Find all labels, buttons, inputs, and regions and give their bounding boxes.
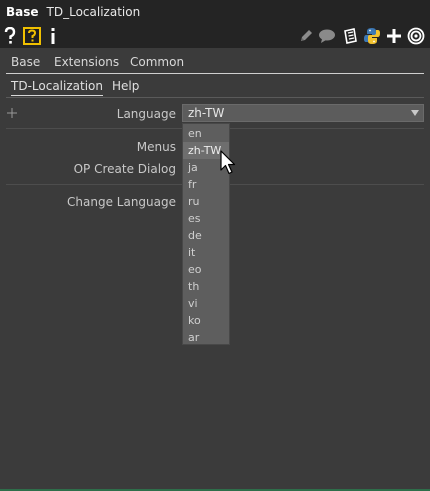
clipboard-icon[interactable] — [341, 26, 359, 46]
dropdown-option-ko[interactable]: ko — [183, 312, 229, 329]
dropdown-option-ar[interactable]: ar — [183, 329, 229, 346]
python-icon[interactable] — [362, 26, 382, 46]
dropdown-option-th[interactable]: th — [183, 278, 229, 295]
mouse-cursor-icon — [220, 150, 238, 176]
tab-td-localization[interactable]: TD-Localization — [11, 79, 103, 96]
change-language-label: Change Language — [67, 195, 176, 209]
python-help-icon[interactable] — [22, 26, 42, 46]
help-question-icon[interactable] — [3, 26, 17, 46]
dropdown-option-de[interactable]: de — [183, 227, 229, 244]
info-icon[interactable] — [48, 26, 58, 46]
tab-row-divider — [6, 97, 424, 98]
dropdown-option-vi[interactable]: vi — [183, 295, 229, 312]
tab-help[interactable]: Help — [112, 79, 139, 93]
target-icon[interactable] — [406, 26, 426, 46]
comment-bubble-icon[interactable] — [318, 26, 336, 46]
operator-name[interactable]: TD_Localization — [47, 5, 141, 19]
page-tabs-row-2: TD-Localization Help — [0, 74, 430, 98]
tab-common[interactable]: Common — [130, 55, 184, 69]
pencil-edit-icon[interactable] — [298, 26, 314, 46]
tab-extensions[interactable]: Extensions — [54, 55, 119, 69]
chevron-down-icon — [411, 110, 419, 116]
op-create-dialog-label: OP Create Dialog — [73, 162, 176, 176]
dropdown-option-en[interactable]: en — [183, 125, 229, 142]
dropdown-option-es[interactable]: es — [183, 210, 229, 227]
dropdown-option-eo[interactable]: eo — [183, 261, 229, 278]
dropdown-option-it[interactable]: it — [183, 244, 229, 261]
language-select-value: zh-TW — [188, 106, 225, 120]
dropdown-option-ru[interactable]: ru — [183, 193, 229, 210]
page-tabs-row-1: Base Extensions Common — [0, 50, 430, 74]
language-select[interactable]: zh-TW — [182, 104, 424, 122]
language-label: Language — [116, 107, 176, 121]
plus-icon[interactable] — [386, 26, 402, 46]
toolbar — [0, 24, 430, 48]
operator-type: Base — [6, 5, 39, 19]
parameter-dialog: Base TD_Localization Base Extensions Com… — [0, 0, 430, 491]
dropdown-option-fr[interactable]: fr — [183, 176, 229, 193]
menus-label: Menus — [136, 140, 176, 154]
tab-base[interactable]: Base — [11, 55, 40, 69]
title-bar: Base TD_Localization — [0, 0, 430, 24]
